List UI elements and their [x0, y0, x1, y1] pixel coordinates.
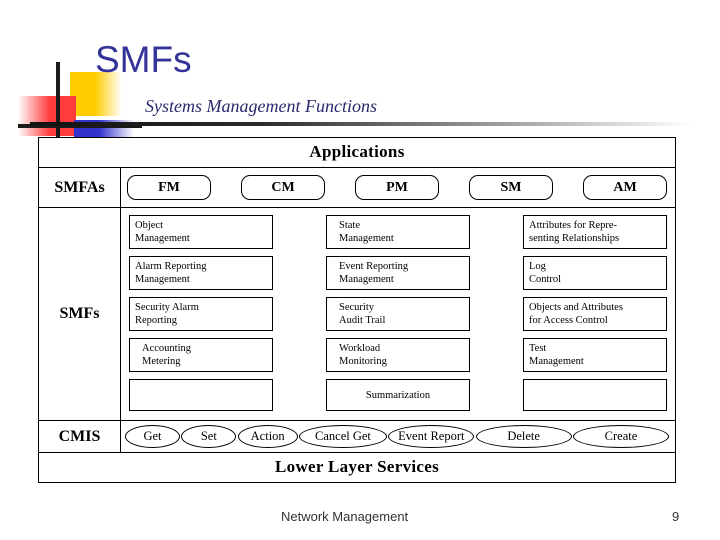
smf-accounting-metering[interactable]: Accounting Metering: [129, 338, 273, 372]
smf-log-control[interactable]: Log Control: [523, 256, 667, 290]
applications-band: Applications: [39, 138, 675, 168]
smf-alarm-reporting-management[interactable]: Alarm Reporting Management: [129, 256, 273, 290]
smfas-band: SMFAs FM CM PM SM AM: [39, 168, 675, 208]
smfas-row-label: SMFAs: [39, 168, 121, 207]
smf-test-management[interactable]: Test Management: [523, 338, 667, 372]
lower-layer-services-band: Lower Layer Services: [39, 453, 675, 482]
smf-workload-monitoring[interactable]: Workload Monitoring: [326, 338, 470, 372]
lower-layer-services-label: Lower Layer Services: [275, 457, 439, 476]
cmis-op-cancel-get[interactable]: Cancel Get: [298, 425, 387, 448]
applications-label: Applications: [309, 142, 405, 161]
smfs-grid-row: Accounting Metering Workload Monitoring Te…: [129, 338, 667, 372]
smfs-grid-row: Security Alarm Reporting Security Audit Tr…: [129, 297, 667, 331]
smf-security-alarm-reporting[interactable]: Security Alarm Reporting: [129, 297, 273, 331]
smfa-fm[interactable]: FM: [127, 175, 211, 200]
page-number: 9: [672, 509, 680, 524]
smf-objects-attributes-access-control[interactable]: Objects and Attributes for Access Control: [523, 297, 667, 331]
page-subtitle: Systems Management Functions: [145, 96, 377, 116]
smfa-sm[interactable]: SM: [469, 175, 553, 200]
footer-label: Network Management: [281, 509, 409, 524]
smf-event-reporting-management[interactable]: Event Reporting Management: [326, 256, 470, 290]
smf-empty-left[interactable]: [129, 379, 273, 411]
smf-security-audit-trail[interactable]: Security Audit Trail: [326, 297, 470, 331]
smfs-grid-row: Alarm Reporting Management Event Reportin…: [129, 256, 667, 290]
smfa-cm[interactable]: CM: [241, 175, 325, 200]
smfa-am[interactable]: AM: [583, 175, 667, 200]
smf-state-management[interactable]: State Management: [326, 215, 470, 249]
cmis-band: CMIS Get Set Action Cancel Get Event Rep…: [39, 421, 675, 453]
smfs-band: SMFs Object Management State Management At…: [39, 208, 675, 421]
smf-architecture-diagram: Applications SMFAs FM CM PM SM AM SMFs O…: [38, 137, 676, 483]
cmis-op-set[interactable]: Set: [181, 425, 237, 448]
cmis-op-create[interactable]: Create: [572, 425, 669, 448]
cmis-op-get[interactable]: Get: [125, 425, 180, 448]
smf-empty-right[interactable]: [523, 379, 667, 411]
smfs-row-label: SMFs: [39, 208, 121, 420]
page-title: SMFs: [95, 39, 192, 80]
smf-attributes-representing-relationships[interactable]: Attributes for Repre-senting Relationshi…: [523, 215, 667, 249]
red-square-icon: [18, 96, 76, 136]
cmis-op-action[interactable]: Action: [237, 425, 298, 448]
smfs-grid-row: Object Management State Management Attribu…: [129, 215, 667, 249]
smfa-pm[interactable]: PM: [355, 175, 439, 200]
cmis-op-event-report[interactable]: Event Report: [388, 425, 475, 448]
smf-summarization[interactable]: Summarization: [326, 379, 470, 411]
title-divider: [30, 122, 692, 126]
smfs-grid-row: Summarization: [129, 379, 667, 411]
cmis-row-label: CMIS: [39, 421, 121, 452]
cmis-op-delete[interactable]: Delete: [475, 425, 572, 448]
smf-object-management[interactable]: Object Management: [129, 215, 273, 249]
